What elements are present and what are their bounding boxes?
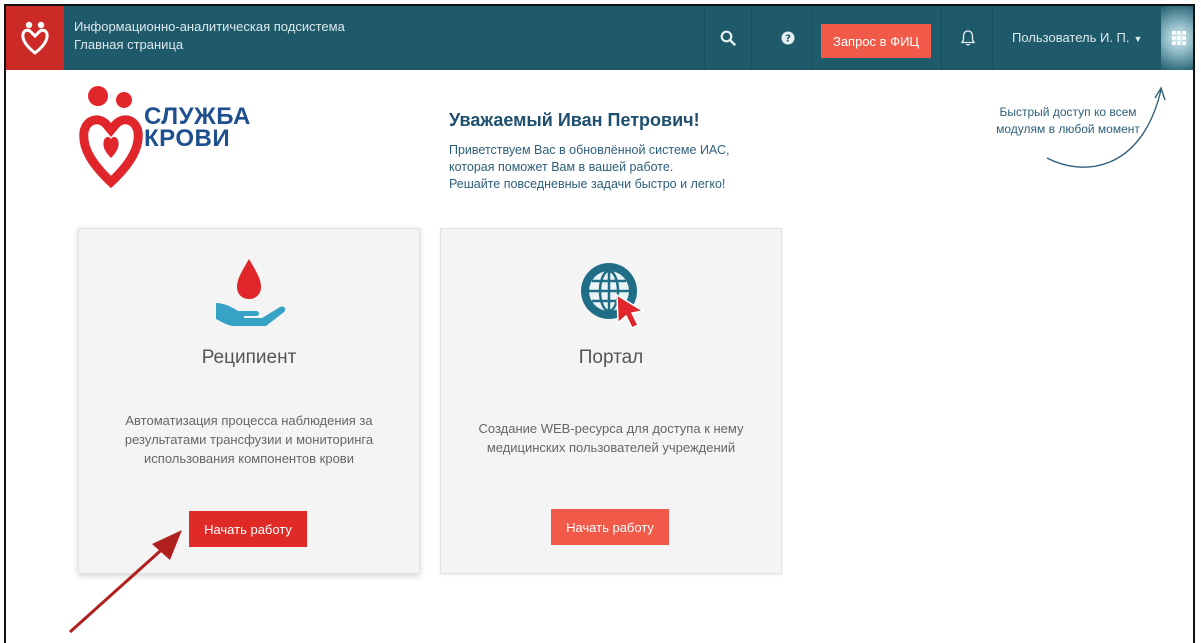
search-icon (720, 30, 736, 46)
app-window: Информационно-аналитическая подсистема Г… (4, 4, 1195, 643)
greeting-line: которая поможет Вам в вашей работе. (449, 160, 674, 174)
svg-text:?: ? (785, 34, 791, 45)
logo-icon[interactable] (6, 6, 64, 70)
brand-logo: СЛУЖБА КРОВИ (78, 78, 258, 188)
globe-cursor-icon (581, 263, 646, 330)
card-desc-line: Автоматизация процесса наблюдения за (125, 413, 373, 428)
divider (992, 6, 993, 70)
brand-line2: КРОВИ (144, 125, 231, 152)
card-desc-line: использования компонентов крови (144, 451, 354, 466)
greeting-line: Решайте повседневные задачи быстро и лег… (449, 177, 726, 191)
apps-menu-button[interactable] (1161, 6, 1193, 70)
divider (751, 6, 752, 70)
curved-arrow-icon (1046, 86, 1166, 168)
module-card-portal: Портал Создание WEB-ресурса для доступа … (440, 228, 782, 574)
blood-service-logo-icon (79, 86, 143, 188)
system-title: Информационно-аналитическая подсистема Г… (74, 18, 345, 54)
request-fic-button[interactable]: Запрос в ФИЦ (821, 24, 931, 58)
card-title: Портал (578, 347, 644, 368)
card-desc-line: Создание WEB-ресурса для доступа к нему (478, 421, 744, 436)
card-description: Создание WEB-ресурса для доступа к нему … (461, 419, 761, 457)
start-work-button-recipient[interactable]: Начать работу (189, 511, 307, 547)
user-menu[interactable]: Пользователь И. П. ▼ (1012, 30, 1142, 45)
divider (812, 6, 813, 70)
help-icon: ? (781, 31, 795, 45)
greeting-text: Приветствуем Вас в обновлённой системе И… (449, 142, 809, 193)
apps-grid-icon (1172, 31, 1186, 45)
system-name: Информационно-аналитическая подсистема (74, 19, 345, 34)
annotation-arrow-icon (68, 530, 182, 634)
chevron-down-icon: ▼ (1133, 34, 1143, 44)
page-name: Главная страница (74, 37, 184, 52)
start-work-button-portal[interactable]: Начать работу (551, 509, 669, 545)
divider (941, 6, 942, 70)
bell-icon (960, 30, 976, 46)
divider (704, 6, 705, 70)
card-description: Автоматизация процесса наблюдения за рез… (99, 411, 399, 468)
card-desc-line: медицинских пользователей учреждений (486, 440, 736, 455)
greeting-title: Уважаемый Иван Петрович! (449, 110, 700, 130)
blood-drop-hand-icon (216, 259, 286, 326)
help-button[interactable]: ? (768, 6, 808, 70)
brand-name: СЛУЖБА КРОВИ (144, 105, 251, 152)
card-desc-line: результатами трансфузии и мониторинга (124, 432, 374, 447)
card-icon-wrap (79, 253, 419, 333)
top-navigation-bar: Информационно-аналитическая подсистема Г… (6, 6, 1193, 70)
card-icon-wrap (441, 253, 781, 333)
greeting-line: Приветствуем Вас в обновлённой системе И… (449, 143, 730, 157)
search-button[interactable] (708, 6, 748, 70)
notifications-button[interactable] (950, 6, 986, 70)
user-name: Пользователь И. П. (1012, 30, 1130, 45)
card-title: Реципиент (201, 347, 297, 368)
